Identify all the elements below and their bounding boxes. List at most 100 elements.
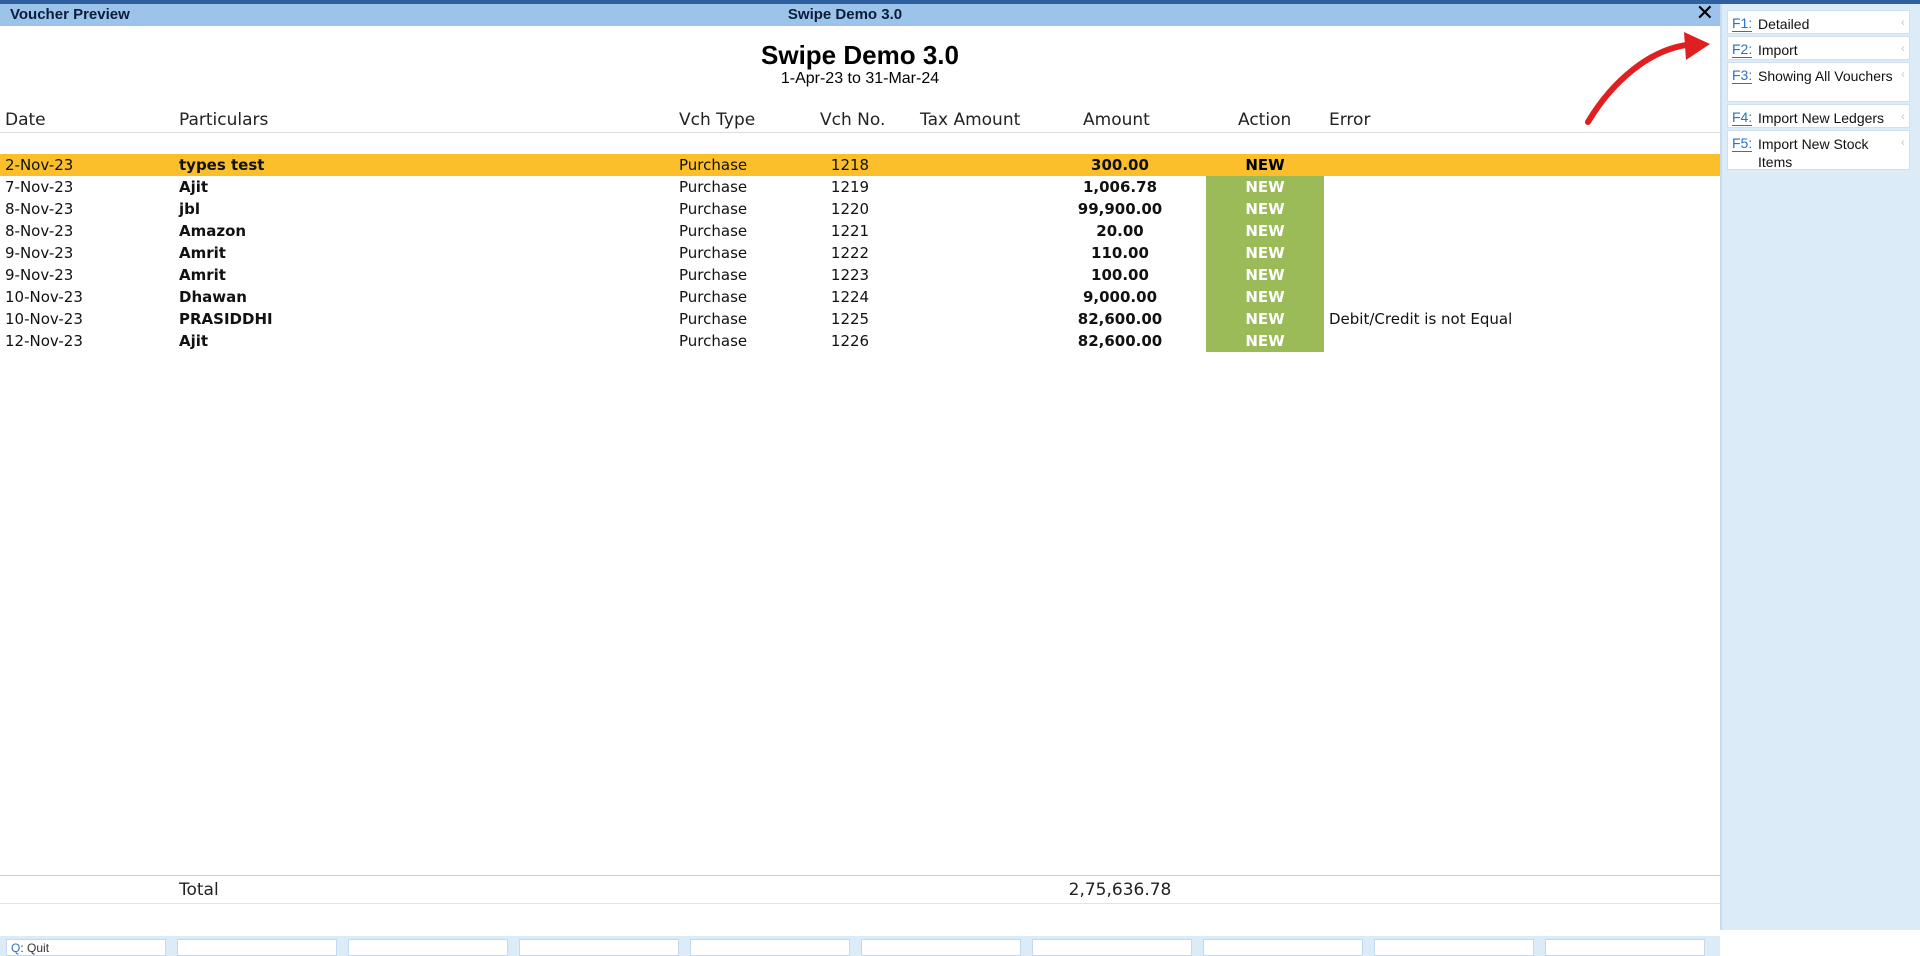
cell-particulars: jbl	[179, 200, 201, 218]
quit-label: Quit	[27, 941, 50, 955]
cell-particulars: Ajit	[179, 178, 209, 196]
cell-error: Debit/Credit is not Equal	[1329, 310, 1513, 328]
cell-date: 9-Nov-23	[5, 244, 74, 262]
cell-action-badge: NEW	[1206, 176, 1324, 198]
close-icon[interactable]: ✕	[1696, 2, 1714, 24]
showing-all-vouchers-button[interactable]: F3: Showing All Vouchers ‹	[1727, 62, 1910, 102]
key-separator: :	[20, 941, 28, 955]
cell-vch-type: Purchase	[679, 156, 748, 174]
cell-date: 8-Nov-23	[5, 200, 74, 218]
chevron-left-icon: ‹	[1901, 109, 1905, 123]
cell-particulars: Ajit	[179, 332, 209, 350]
column-header-error: Error	[1329, 110, 1371, 130]
column-header-tax-amount: Tax Amount	[920, 110, 1021, 130]
empty-function-button[interactable]	[177, 939, 337, 956]
table-row[interactable]: 7-Nov-23 Ajit Purchase 1219 1,006.78 NEW	[0, 176, 1720, 198]
table-row[interactable]: 8-Nov-23 jbl Purchase 1220 99,900.00 NEW	[0, 198, 1720, 220]
cell-action-badge: NEW	[1206, 242, 1324, 264]
table-row[interactable]: 2-Nov-23 types test Purchase 1218 300.00 NEW	[0, 154, 1720, 176]
total-amount: 2,75,636.78	[1068, 880, 1172, 900]
cell-amount: 1,006.78	[1082, 178, 1158, 196]
cell-vch-type: Purchase	[679, 266, 748, 284]
cell-vch-type: Purchase	[679, 244, 748, 262]
button-label: Import	[1758, 42, 1798, 58]
button-label: Detailed	[1758, 16, 1810, 32]
cell-amount: 20.00	[1096, 222, 1144, 240]
cell-action-badge: NEW	[1206, 308, 1324, 330]
import-new-stock-items-button[interactable]: F5: Import New Stock Items ‹	[1727, 130, 1910, 170]
cell-amount: 82,600.00	[1077, 310, 1163, 328]
cell-amount: 300.00	[1091, 156, 1149, 174]
bottom-button-bar: Q: Quit	[0, 936, 1720, 956]
cell-amount: 9,000.00	[1082, 288, 1158, 306]
empty-function-button[interactable]	[861, 939, 1021, 956]
cell-date: 9-Nov-23	[5, 266, 74, 284]
total-label: Total	[179, 880, 219, 900]
quit-button[interactable]: Q: Quit	[6, 939, 166, 956]
cell-particulars: Amrit	[179, 266, 226, 284]
empty-function-button[interactable]	[1032, 939, 1192, 956]
cell-vch-no: 1218	[830, 156, 870, 174]
cell-date: 8-Nov-23	[5, 222, 74, 240]
empty-function-button[interactable]	[690, 939, 850, 956]
empty-function-button[interactable]	[1545, 939, 1705, 956]
empty-function-button[interactable]	[1374, 939, 1534, 956]
cell-date: 7-Nov-23	[5, 178, 74, 196]
cell-action-badge: NEW	[1206, 198, 1324, 220]
cell-amount: 110.00	[1091, 244, 1149, 262]
empty-function-button[interactable]	[1203, 939, 1363, 956]
chevron-left-icon: ‹	[1901, 15, 1905, 29]
column-header-date: Date	[5, 110, 46, 130]
title-bar: Voucher Preview Swipe Demo 3.0 ✕	[0, 2, 1720, 26]
cell-action-badge: NEW	[1206, 286, 1324, 308]
column-header-action: Action	[1238, 110, 1292, 130]
table-row[interactable]: 9-Nov-23 Amrit Purchase 1222 110.00 NEW	[0, 242, 1720, 264]
table-row[interactable]: 10-Nov-23 PRASIDDHI Purchase 1225 82,600.00 N…	[0, 308, 1720, 330]
cell-date: 12-Nov-23	[5, 332, 83, 350]
function-key: F5:	[1732, 135, 1753, 152]
cell-amount: 99,900.00	[1077, 200, 1163, 218]
button-label: Showing All Vouchers	[1758, 68, 1893, 84]
cell-vch-no: 1221	[830, 222, 870, 240]
table-row[interactable]: 8-Nov-23 Amazon Purchase 1221 20.00 NEW	[0, 220, 1720, 242]
total-divider	[0, 875, 1720, 876]
cell-vch-type: Purchase	[679, 332, 748, 350]
cell-particulars: Dhawan	[179, 288, 247, 306]
cell-date: 10-Nov-23	[5, 288, 83, 306]
column-header-amount: Amount	[1083, 110, 1150, 130]
empty-function-button[interactable]	[348, 939, 508, 956]
column-header-vch-no: Vch No.	[820, 110, 886, 130]
cell-action-badge: NEW	[1245, 156, 1285, 174]
import-new-ledgers-button[interactable]: F4: Import New Ledgers ‹	[1727, 104, 1910, 128]
cell-date: 10-Nov-23	[5, 310, 83, 328]
table-row[interactable]: 9-Nov-23 Amrit Purchase 1223 100.00 NEW	[0, 264, 1720, 286]
table-row[interactable]: 12-Nov-23 Ajit Purchase 1226 82,600.00 NEW	[0, 330, 1720, 352]
cell-particulars: types test	[179, 156, 265, 174]
button-label: Import New Ledgers	[1758, 110, 1885, 126]
cell-vch-no: 1220	[830, 200, 870, 218]
cell-vch-no: 1225	[830, 310, 870, 328]
cell-vch-type: Purchase	[679, 310, 748, 328]
table-row[interactable]: 10-Nov-23 Dhawan Purchase 1224 9,000.00 NEW	[0, 286, 1720, 308]
empty-function-button[interactable]	[519, 939, 679, 956]
cell-action-badge: NEW	[1206, 264, 1324, 286]
window-company-title: Swipe Demo 3.0	[787, 6, 903, 23]
import-button[interactable]: F2: Import ‹	[1727, 36, 1910, 60]
cell-action-badge: NEW	[1206, 330, 1324, 352]
annotation-arrow-icon	[1585, 32, 1710, 125]
detailed-button[interactable]: F1: Detailed ‹	[1727, 10, 1910, 34]
cell-vch-no: 1224	[830, 288, 870, 306]
voucher-preview-panel: Swipe Demo 3.0 1-Apr-23 to 31-Mar-24 Dat…	[0, 26, 1720, 956]
function-key: F2:	[1732, 41, 1753, 58]
cell-particulars: PRASIDDHI	[179, 310, 273, 328]
total-divider-bottom	[0, 903, 1720, 904]
chevron-left-icon: ‹	[1901, 41, 1905, 55]
cell-date: 2-Nov-23	[5, 156, 74, 174]
cell-vch-no: 1222	[830, 244, 870, 262]
cell-amount: 100.00	[1091, 266, 1149, 284]
cell-amount: 82,600.00	[1077, 332, 1163, 350]
right-button-bar: F1: Detailed ‹ F2: Import ‹ F3: Showing All Vou…	[1720, 4, 1920, 930]
cell-particulars: Amrit	[179, 244, 226, 262]
function-key: F3:	[1732, 67, 1753, 84]
function-key: F4:	[1732, 109, 1753, 126]
